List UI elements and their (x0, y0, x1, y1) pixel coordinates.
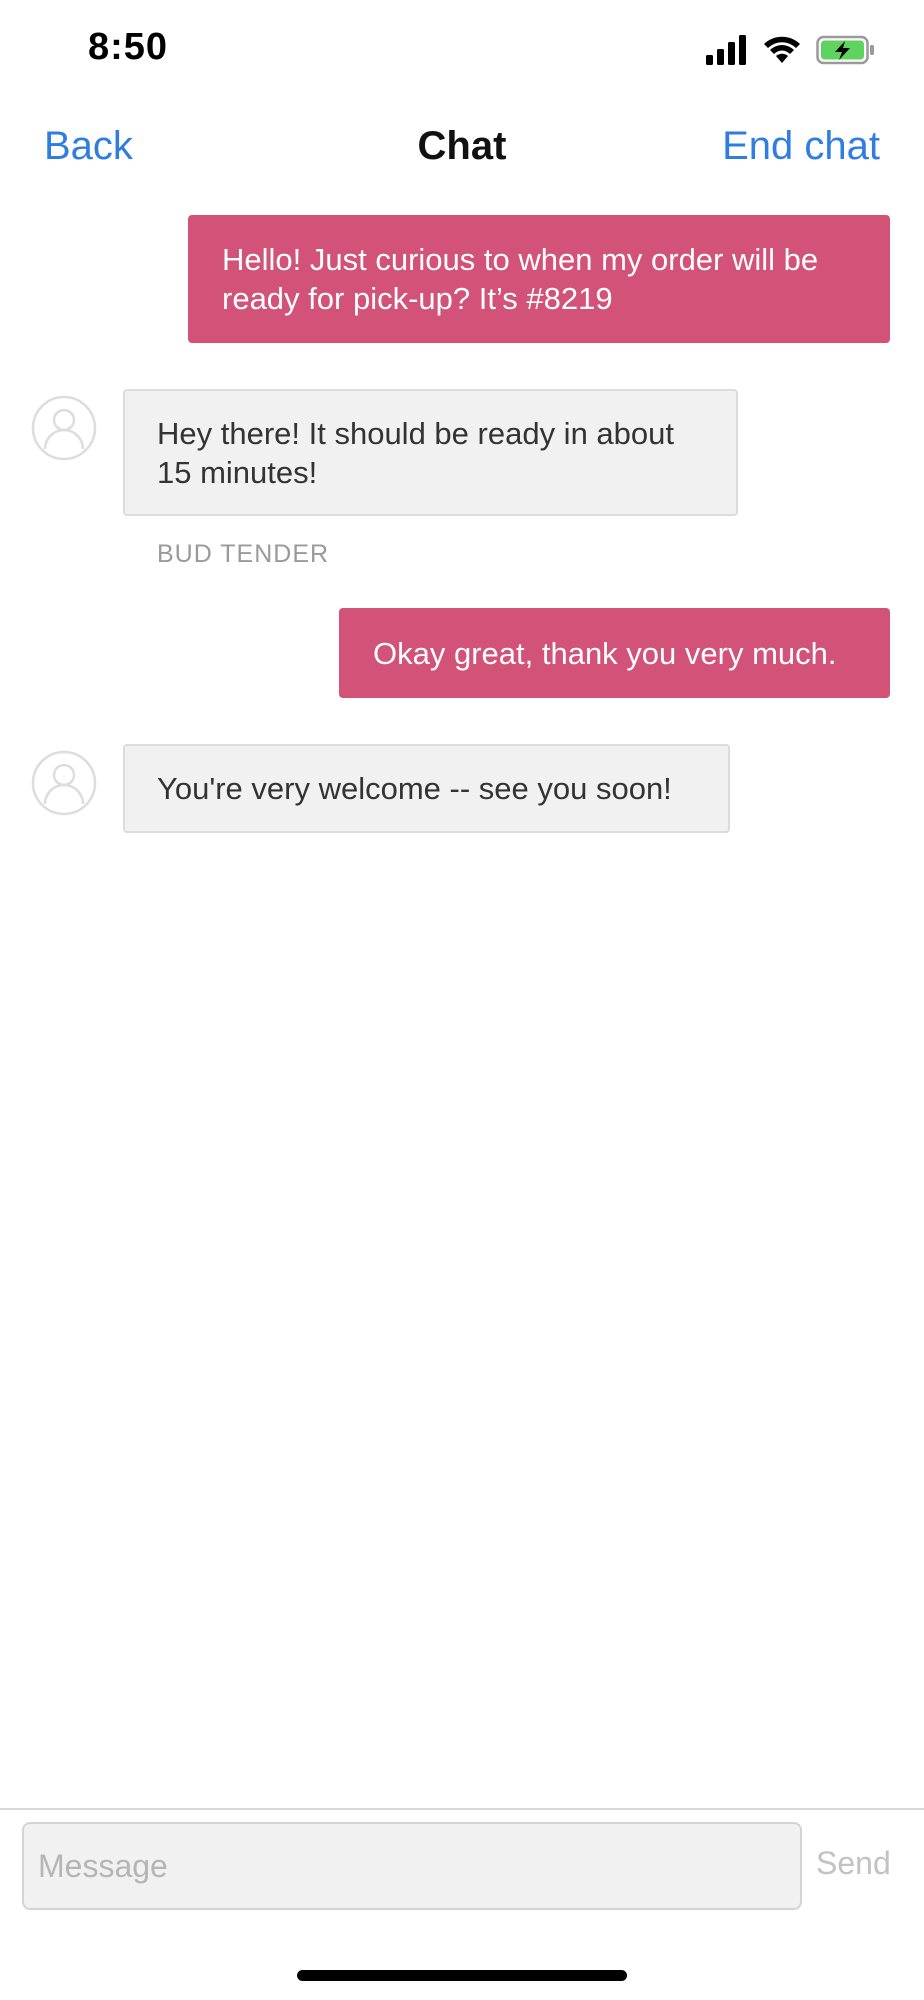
message-bubble-outgoing: Okay great, thank you very much. (339, 608, 890, 698)
end-chat-button[interactable]: End chat (722, 124, 880, 169)
message-text: Hey there! It should be ready in about 1… (157, 415, 674, 490)
status-time: 8:50 (88, 26, 169, 68)
nav-bar: Back Chat End chat (0, 110, 924, 190)
message-text: You're very welcome -- see you soon! (157, 771, 672, 806)
home-indicator (297, 1970, 627, 1981)
chat-screen: 8:50 Back Chat End chat Hello! Just curi… (0, 0, 924, 2000)
wifi-icon (764, 36, 800, 63)
composer-divider (0, 1808, 924, 1810)
cellular-signal-icon (706, 35, 746, 65)
send-button[interactable]: Send (816, 1845, 891, 1882)
status-icons (706, 32, 876, 68)
message-bubble-incoming: You're very welcome -- see you soon! (123, 744, 730, 833)
message-input[interactable] (22, 1822, 802, 1910)
user-avatar-icon (31, 395, 97, 461)
message-text: Okay great, thank you very much. (373, 635, 837, 671)
battery-charging-icon (816, 35, 874, 65)
message-text: Hello! Just curious to when my order wil… (222, 242, 819, 316)
status-bar: 8:50 (0, 0, 924, 100)
user-avatar-icon (31, 750, 97, 816)
message-bubble-incoming: Hey there! It should be ready in about 1… (123, 389, 738, 516)
message-bubble-outgoing: Hello! Just curious to when my order wil… (188, 215, 890, 343)
sender-name: BUD TENDER (157, 540, 330, 568)
